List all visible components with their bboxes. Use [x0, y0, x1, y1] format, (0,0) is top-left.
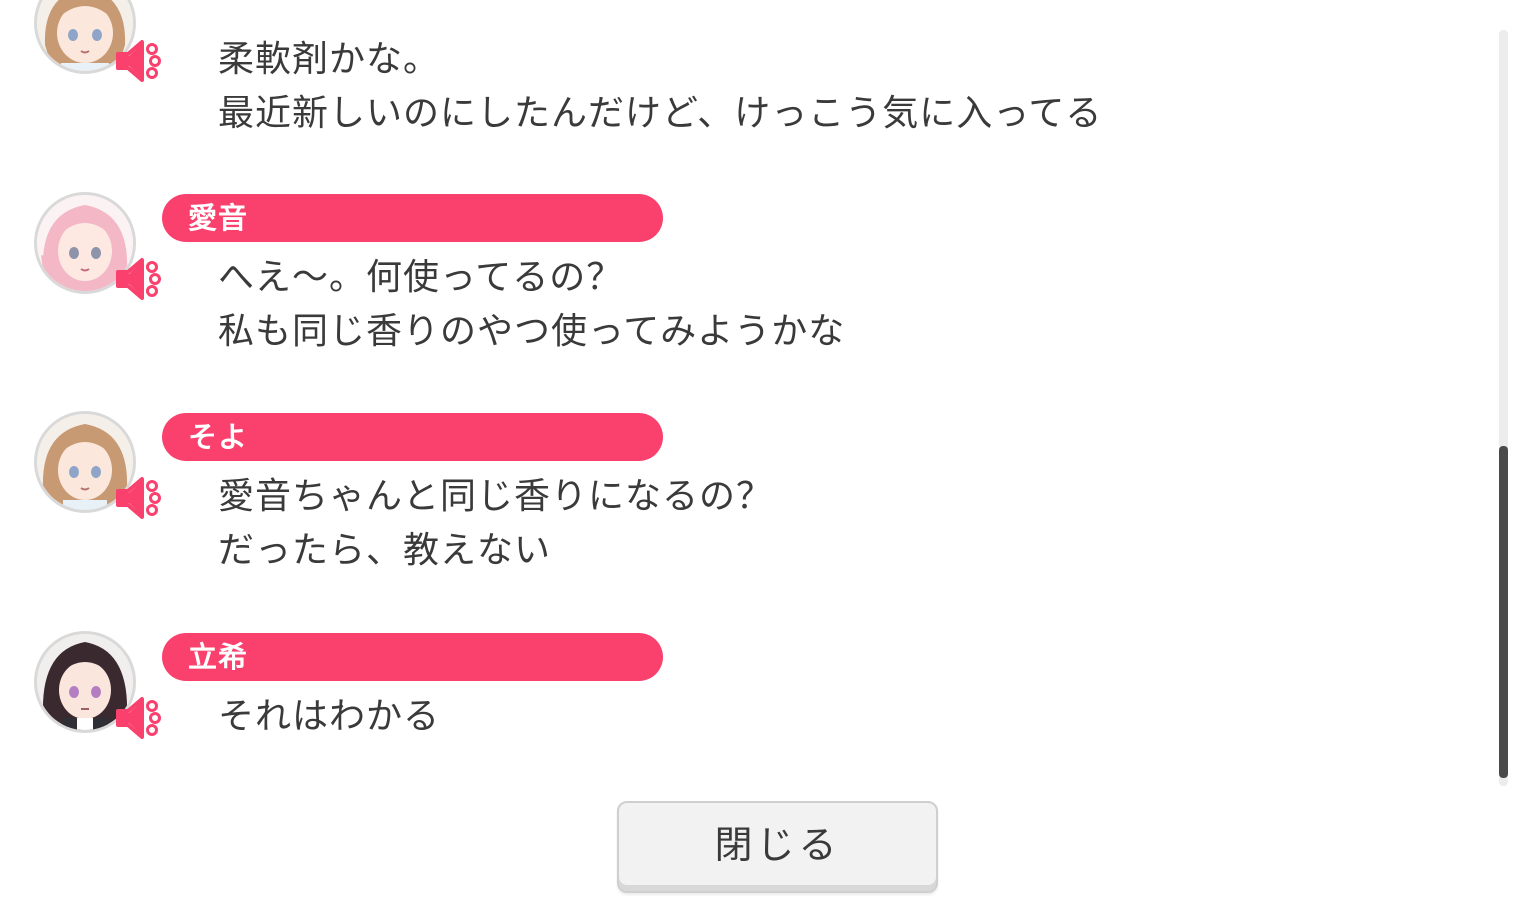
message-line: 愛音ちゃんと同じ香りになるの？ — [218, 476, 774, 517]
message-line: 私も同じ香りのやつ使ってみようかな — [218, 311, 846, 352]
speaker-icon[interactable] — [112, 691, 166, 745]
message-line: だったら、教えない — [218, 530, 552, 571]
message-line: それはわかる — [218, 696, 441, 737]
speaker-name-tag: 愛音 — [162, 194, 663, 242]
message-line: 柔軟剤かな。 — [218, 39, 441, 80]
scrollbar-thumb[interactable] — [1499, 446, 1508, 778]
speaker-name-tag: 立希 — [162, 633, 663, 681]
backlog-dialog: 柔軟剤かな。 最近新しいのにしたんだけど、けっこう気に入ってる 愛音 へえ～。何… — [0, 0, 1522, 918]
message-line: 最近新しいのにしたんだけど、けっこう気に入ってる — [218, 93, 1103, 134]
backlog-list[interactable]: 柔軟剤かな。 最近新しいのにしたんだけど、けっこう気に入ってる 愛音 へえ～。何… — [0, 0, 1496, 790]
speaker-icon[interactable] — [112, 252, 166, 306]
close-button[interactable]: 閉じる — [617, 801, 938, 893]
message-line: へえ～。何使ってるの？ — [218, 257, 624, 298]
speaker-icon[interactable] — [112, 34, 166, 88]
speaker-icon[interactable] — [112, 471, 166, 525]
speaker-name-tag: そよ — [162, 413, 663, 461]
